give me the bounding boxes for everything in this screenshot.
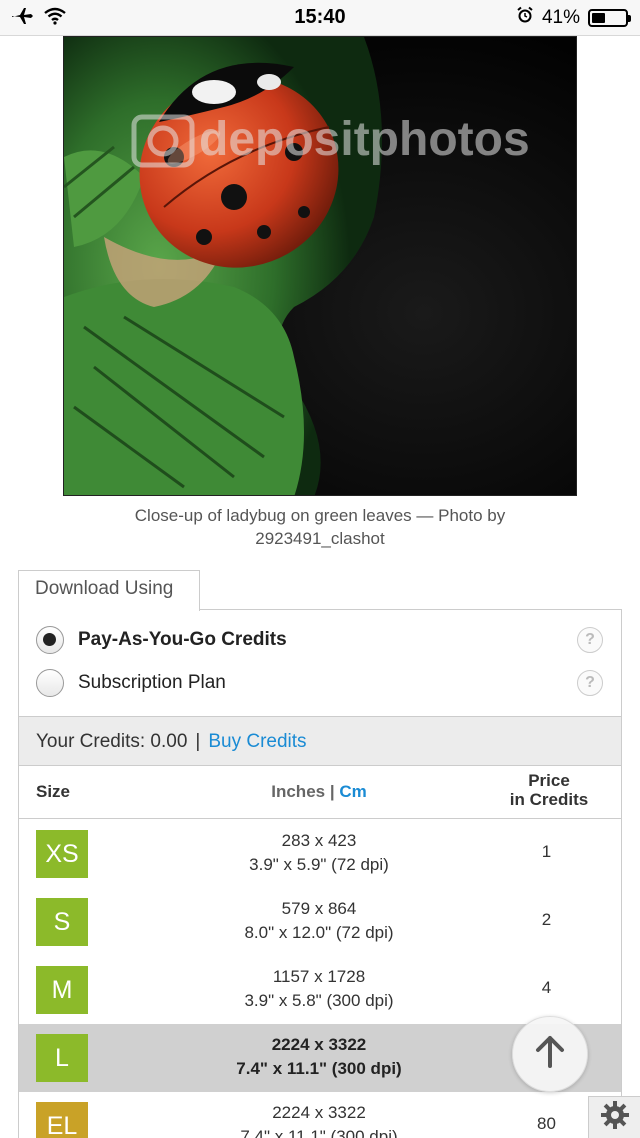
radio-subscription[interactable] <box>36 669 64 697</box>
option-subscription-label: Subscription Plan <box>78 672 226 693</box>
table-row[interactable]: EL 2224 x 3322 7.4" x 11.1" (300 dpi) 80 <box>19 1092 621 1138</box>
size-badge: EL <box>36 1102 88 1138</box>
size-dimensions: 2224 x 3322 7.4" x 11.1" (300 dpi) <box>169 1033 469 1081</box>
size-dimensions: 283 x 423 3.9" x 5.9" (72 dpi) <box>169 829 469 877</box>
credits-bar: Your Credits: 0.00 | Buy Credits <box>19 716 621 766</box>
size-dimensions: 2224 x 3322 7.4" x 11.1" (300 dpi) <box>169 1101 469 1138</box>
size-badge: L <box>36 1034 88 1082</box>
watermark: depositphotos <box>131 113 530 168</box>
scroll-to-top-button[interactable] <box>512 1016 588 1092</box>
size-price: 1 <box>541 842 552 861</box>
size-pixels: 2224 x 3322 <box>271 1035 367 1054</box>
stock-photo[interactable]: depositphotos <box>63 36 577 496</box>
col-price-line-1: Price <box>528 771 570 790</box>
size-inches: 8.0" x 12.0" (72 dpi) <box>244 923 394 942</box>
alarm-icon <box>516 6 534 30</box>
size-price: 2 <box>541 910 552 929</box>
size-price: 4 <box>541 978 552 997</box>
svg-text:depositphotos: depositphotos <box>199 113 530 166</box>
option-pay-as-you-go-label: Pay-As-You-Go Credits <box>78 629 287 650</box>
settings-button[interactable] <box>588 1096 640 1138</box>
size-table-header: Size Inches | Cm Price in Credits <box>19 766 621 819</box>
col-price: Price in Credits <box>459 771 639 809</box>
size-badge: XS <box>36 830 88 878</box>
col-units: Inches | Cm <box>169 782 469 802</box>
table-row[interactable]: XS 283 x 423 3.9" x 5.9" (72 dpi) 1 <box>19 820 621 888</box>
buy-credits-link[interactable]: Buy Credits <box>208 731 306 752</box>
size-badge: M <box>36 966 88 1014</box>
size-pixels: 579 x 864 <box>281 899 357 918</box>
help-icon[interactable]: ? <box>577 670 603 696</box>
size-dimensions: 579 x 864 8.0" x 12.0" (72 dpi) <box>169 897 469 945</box>
unit-cm[interactable]: Cm <box>339 782 366 801</box>
help-icon[interactable]: ? <box>577 627 603 653</box>
col-size: Size <box>36 782 71 801</box>
size-badge: S <box>36 898 88 946</box>
size-inches: 3.9" x 5.9" (72 dpi) <box>249 855 389 874</box>
tab-download-using[interactable]: Download Using <box>18 570 200 611</box>
unit-inches[interactable]: Inches <box>271 782 325 801</box>
caption-line-1: Close-up of ladybug on green leaves — Ph… <box>134 506 506 525</box>
size-dimensions: 1157 x 1728 3.9" x 5.8" (300 dpi) <box>169 965 469 1013</box>
table-row[interactable]: M 1157 x 1728 3.9" x 5.8" (300 dpi) 4 <box>19 956 621 1024</box>
size-inches: 7.4" x 11.1" (300 dpi) <box>240 1127 398 1138</box>
status-bar: 15:40 41% <box>0 0 640 36</box>
radio-pay-as-you-go[interactable] <box>36 626 64 654</box>
size-inches: 3.9" x 5.8" (300 dpi) <box>244 991 394 1010</box>
caption-line-2: 2923491_clashot <box>255 529 385 548</box>
unit-separator: | <box>329 782 335 801</box>
option-pay-as-you-go[interactable]: Pay-As-You-Go Credits <box>36 626 287 654</box>
col-price-line-2: in Credits <box>509 790 589 809</box>
gear-icon <box>600 1100 630 1135</box>
table-row[interactable]: S 579 x 864 8.0" x 12.0" (72 dpi) 2 <box>19 888 621 956</box>
photo-caption: Close-up of ladybug on green leaves — Ph… <box>80 504 560 550</box>
battery-percent: 41% <box>541 7 580 28</box>
credits-balance: Your Credits: 0.00 <box>36 731 188 752</box>
credits-separator: | <box>195 731 201 752</box>
size-pixels: 1157 x 1728 <box>272 967 366 986</box>
size-inches: 7.4" x 11.1" (300 dpi) <box>236 1059 402 1078</box>
option-subscription[interactable]: Subscription Plan <box>36 669 226 697</box>
size-pixels: 2224 x 3322 <box>272 1103 366 1122</box>
battery-icon <box>588 9 631 27</box>
size-pixels: 283 x 423 <box>281 831 357 850</box>
arrow-up-icon <box>530 1032 570 1077</box>
